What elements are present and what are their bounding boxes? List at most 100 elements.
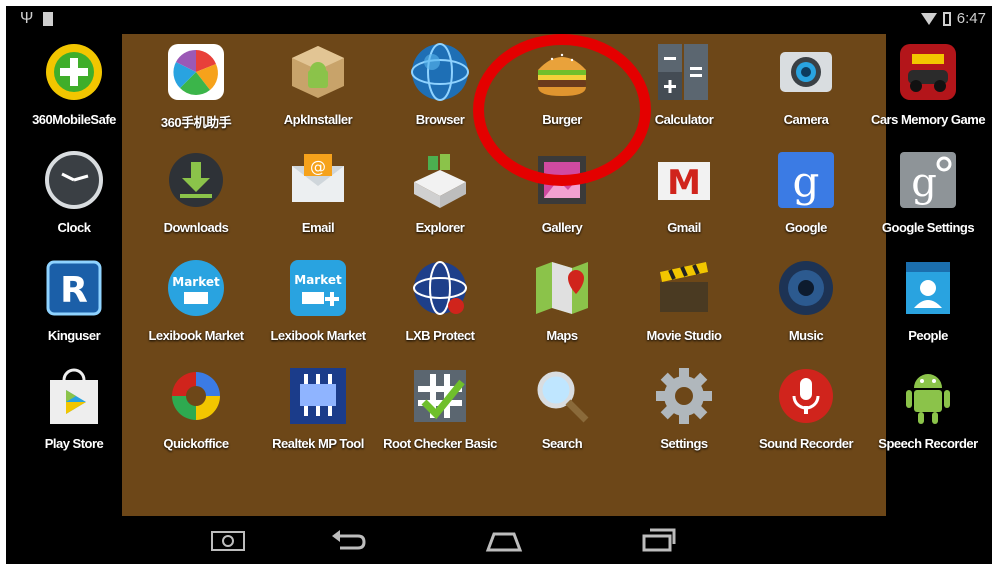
usb-icon: Ψ	[20, 10, 34, 27]
lexibook-market-plus-icon: Market	[290, 260, 346, 316]
wifi-icon	[920, 12, 937, 25]
kinguser-r: R	[60, 270, 88, 311]
app-cars-memory-game[interactable]: Cars Memory Game	[866, 34, 990, 142]
lexibook-market-icon: Market	[168, 260, 224, 316]
app-label: Gmail	[667, 220, 701, 235]
app-label: Downloads	[163, 220, 229, 235]
back-icon[interactable]	[328, 526, 368, 554]
clapperboard-icon	[660, 262, 708, 312]
app-lexibook-market-2[interactable]: Market Lexibook Market	[256, 250, 380, 358]
battery-icon	[942, 11, 951, 26]
app-people[interactable]: People	[866, 250, 990, 358]
kinguser-icon: R	[46, 260, 102, 316]
app-label: Quickoffice	[163, 436, 229, 451]
app-label: Maps	[546, 328, 578, 343]
clock-time: 6:47	[956, 10, 986, 27]
app-realtek-mp-tool[interactable]: Realtek MP Tool	[256, 358, 380, 466]
app-lexibook-market-1[interactable]: Market Lexibook Market	[134, 250, 258, 358]
app-label: Email	[301, 220, 335, 235]
app-label: Explorer	[415, 220, 465, 235]
at-sign: @	[310, 157, 326, 176]
recent-apps-icon[interactable]	[638, 526, 678, 554]
home-icon[interactable]	[484, 526, 524, 554]
app-google[interactable]: g Google	[744, 142, 868, 250]
status-left: Ψ	[20, 10, 54, 28]
app-label: 360MobileSafe	[32, 112, 116, 127]
app-label: Realtek MP Tool	[272, 436, 364, 451]
camera-icon	[780, 52, 832, 92]
android-screen: Ψ 6:47 360MobileSafe 360手机助手 ApkInstalle…	[6, 6, 992, 564]
app-label: Lexibook Market	[270, 328, 366, 343]
app-gmail[interactable]: M Gmail	[622, 142, 746, 250]
360mobilesafe-icon	[46, 44, 102, 100]
app-label: Movie Studio	[646, 328, 722, 343]
app-kinguser[interactable]: R Kinguser	[12, 250, 136, 358]
app-360-assistant[interactable]: 360手机助手	[134, 34, 258, 142]
app-settings[interactable]: Settings	[622, 358, 746, 466]
race-car-icon	[900, 44, 956, 100]
app-label: Lexibook Market	[148, 328, 244, 343]
app-google-settings[interactable]: g Google Settings	[866, 142, 990, 250]
email-icon: @	[292, 154, 344, 202]
globe-icon	[411, 43, 469, 101]
app-label: Cars Memory Game	[870, 112, 986, 127]
download-icon	[169, 153, 223, 207]
app-label: Play Store	[44, 436, 104, 451]
app-label: Gallery	[541, 220, 583, 235]
maps-icon	[536, 262, 588, 314]
app-label: Settings	[660, 436, 708, 451]
lxb-protect-icon	[413, 261, 467, 315]
app-label: Sound Recorder	[758, 436, 854, 451]
highlight-circle	[473, 34, 651, 186]
app-sound-recorder[interactable]: Sound Recorder	[744, 358, 868, 466]
app-apkinstaller[interactable]: ApkInstaller	[256, 34, 380, 142]
app-root-checker-basic[interactable]: Root Checker Basic	[378, 358, 502, 466]
contacts-icon	[906, 262, 950, 314]
app-play-store[interactable]: Play Store	[12, 358, 136, 466]
settings-g: g	[911, 160, 937, 206]
status-right: 6:47	[920, 10, 986, 27]
app-label: 360手机助手	[160, 115, 232, 130]
clock-icon	[45, 151, 103, 209]
screenshot-icon[interactable]	[208, 526, 248, 554]
microphone-icon	[779, 369, 833, 423]
app-lxb-protect[interactable]: LXB Protect	[378, 250, 502, 358]
gmail-m: M	[667, 163, 701, 203]
app-label: Google Settings	[881, 220, 975, 235]
360-assistant-icon	[168, 44, 224, 100]
app-email[interactable]: @ Email	[256, 142, 380, 250]
app-360mobilesafe[interactable]: 360MobileSafe	[12, 34, 136, 142]
app-speech-recorder[interactable]: Speech Recorder	[866, 358, 990, 466]
app-search[interactable]: Search	[500, 358, 624, 466]
app-movie-studio[interactable]: Movie Studio	[622, 250, 746, 358]
app-label: People	[908, 328, 948, 343]
app-downloads[interactable]: Downloads	[134, 142, 258, 250]
google-icon: g	[778, 152, 834, 208]
app-explorer[interactable]: Explorer	[378, 142, 502, 250]
root-checker-icon	[414, 370, 466, 422]
app-label: LXB Protect	[405, 328, 475, 343]
speaker-icon	[779, 261, 833, 315]
android-robot-icon	[906, 374, 950, 424]
app-clock[interactable]: Clock	[12, 142, 136, 250]
play-store-icon	[50, 368, 98, 424]
app-label: Root Checker Basic	[383, 436, 497, 451]
app-camera[interactable]: Camera	[744, 34, 868, 142]
app-quickoffice[interactable]: Quickoffice	[134, 358, 258, 466]
app-label: Camera	[783, 112, 829, 127]
app-label: Search	[541, 436, 583, 451]
status-bar: Ψ 6:47	[6, 6, 992, 34]
app-label: ApkInstaller	[283, 112, 353, 127]
app-maps[interactable]: Maps	[500, 250, 624, 358]
google-g: g	[793, 157, 820, 206]
lexibook-text: Market	[172, 275, 220, 289]
lexibook-text: Market	[294, 273, 342, 287]
app-music[interactable]: Music	[744, 250, 868, 358]
google-settings-icon: g	[900, 152, 956, 208]
quickoffice-icon	[172, 372, 220, 420]
realtek-icon	[290, 368, 346, 424]
search-icon	[537, 371, 589, 423]
folder-box-icon	[414, 154, 466, 208]
app-label: Clock	[57, 220, 91, 235]
app-label: Speech Recorder	[878, 436, 978, 451]
